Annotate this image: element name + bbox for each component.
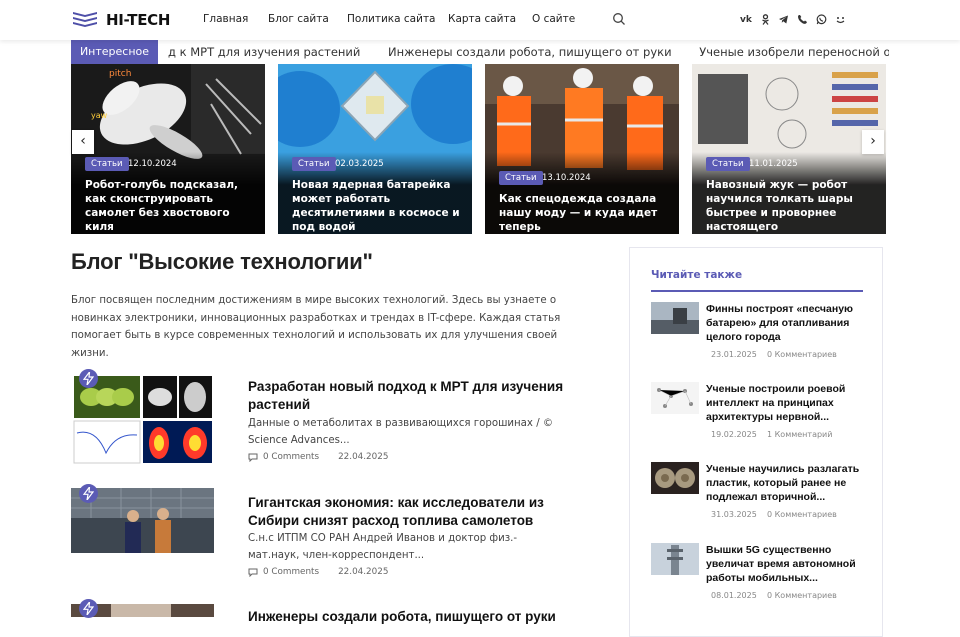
sidebar-item-title[interactable]: Ученые построили роевой интеллект на при…	[706, 382, 866, 424]
svg-text:yaw: yaw	[91, 111, 108, 120]
ticker-label: Интересное	[71, 40, 158, 64]
slide-title[interactable]: Навозный жук — робот научился толкать ша…	[706, 178, 878, 234]
sidebar-thumbnail[interactable]	[651, 543, 699, 575]
site-logo[interactable]: HI-TECH	[73, 11, 170, 29]
sidebar-thumbnail[interactable]	[651, 462, 699, 494]
comment-icon	[248, 568, 258, 577]
ticker-item[interactable]: Ученые изобрели переносной очиститель во…	[699, 45, 889, 59]
post-title[interactable]: Гигантская экономия: как исследователи и…	[248, 494, 578, 530]
post-title[interactable]: Разработан новый подход к МРТ для изучен…	[248, 378, 578, 414]
site-header: HI-TECH Главная Блог сайта Политика сайт…	[0, 0, 960, 40]
slide-date: 11.01.2025	[749, 159, 798, 169]
category-badge[interactable]: Статьи	[292, 157, 336, 171]
yandex-zen-icon[interactable]	[835, 14, 846, 25]
viber-icon[interactable]	[797, 14, 808, 25]
post-meta: 0 Comments 22.04.2025	[248, 452, 388, 462]
news-ticker: Интересное д к МРТ для изучения растений…	[0, 40, 960, 64]
page-title: Блог "Высокие технологии"	[71, 249, 373, 274]
sidebar-item-title[interactable]: Ученые научились разлагать пластик, кото…	[706, 462, 866, 504]
slider-card[interactable]: Статьи 13.10.2024 Как спецодежда создала…	[485, 64, 679, 234]
slider-next-button[interactable]: ›	[862, 130, 884, 154]
svg-text:pitch: pitch	[109, 69, 131, 79]
comment-icon	[248, 453, 258, 462]
slide-date: 13.10.2024	[542, 173, 591, 183]
post-excerpt: С.н.с ИТПМ СО РАН Андрей Иванов и доктор…	[248, 533, 518, 561]
post-comments[interactable]: 0 Comments	[263, 567, 319, 577]
post-title[interactable]: Инженеры создали робота, пишущего от рук…	[248, 608, 578, 626]
post-meta: 0 Comments 22.04.2025	[248, 567, 388, 577]
vk-icon[interactable]: vk	[740, 14, 752, 26]
search-icon[interactable]	[612, 12, 626, 26]
odnoklassniki-icon[interactable]	[761, 14, 770, 25]
slider-card[interactable]: pitch yaw Статьи 12.10.2024 Робот-голубь…	[71, 64, 265, 234]
bolt-icon	[79, 369, 98, 388]
slider-prev-button[interactable]: ‹	[72, 130, 94, 154]
sidebar-item-title[interactable]: Финны построят «песчаную батарею» для от…	[706, 302, 866, 344]
sidebar-item-title[interactable]: Вышки 5G существенно увеличат время авто…	[706, 543, 866, 585]
page-intro: Блог посвящен последним достижениям в ми…	[71, 295, 561, 359]
ticker-track: д к МРТ для изучения растений Инженеры с…	[158, 40, 889, 64]
nav-sitemap[interactable]: Карта сайта	[448, 13, 516, 25]
logo-text: HI-TECH	[106, 11, 171, 29]
post-date: 22.04.2025	[338, 567, 389, 577]
sidebar-thumbnail[interactable]	[651, 302, 699, 334]
slide-date: 12.10.2024	[128, 159, 177, 169]
bolt-icon	[79, 599, 98, 618]
bolt-icon	[79, 484, 98, 503]
category-badge[interactable]: Статьи	[85, 157, 129, 171]
post-date: 22.04.2025	[338, 452, 389, 462]
nav-blog[interactable]: Блог сайта	[268, 13, 329, 25]
sidebar-read-also: Читайте также Финны построят «песчаную б…	[629, 247, 883, 637]
logo-icon	[73, 12, 97, 28]
sidebar-item-meta: 19.02.2025 1 Комментарий	[711, 430, 833, 439]
nav-about[interactable]: О сайте	[532, 13, 575, 25]
sidebar-divider	[651, 290, 863, 292]
ticker-item[interactable]: Инженеры создали робота, пишущего от рук…	[388, 45, 672, 59]
slide-title[interactable]: Новая ядерная батарейка может работать д…	[292, 178, 464, 234]
telegram-icon[interactable]	[778, 14, 789, 25]
sidebar-item-meta: 31.03.2025 0 Комментариев	[711, 510, 837, 519]
slider-card[interactable]: Статьи 02.03.2025 Новая ядерная батарейк…	[278, 64, 472, 234]
slide-title[interactable]: Как спецодежда создала нашу моду — и куд…	[499, 192, 671, 234]
nav-home[interactable]: Главная	[203, 13, 248, 25]
category-badge[interactable]: Статьи	[706, 157, 750, 171]
slide-date: 02.03.2025	[335, 159, 384, 169]
slide-title[interactable]: Робот-голубь подсказал, как сконструиров…	[85, 178, 257, 234]
slider-card[interactable]: Статьи 11.01.2025 Навозный жук — робот н…	[692, 64, 886, 234]
sidebar-item-meta: 08.01.2025 0 Комментариев	[711, 591, 837, 600]
post-excerpt: Данные о метаболитах в развивающихся гор…	[248, 418, 554, 446]
sidebar-item-meta: 23.01.2025 0 Комментариев	[711, 350, 837, 359]
whatsapp-icon[interactable]	[816, 14, 827, 25]
sidebar-heading: Читайте также	[651, 269, 743, 281]
ticker-item[interactable]: д к МРТ для изучения растений	[168, 45, 360, 59]
post-comments[interactable]: 0 Comments	[263, 452, 319, 462]
nav-policy[interactable]: Политика сайта	[347, 13, 436, 25]
sidebar-thumbnail[interactable]	[651, 382, 699, 414]
category-badge[interactable]: Статьи	[499, 171, 543, 185]
